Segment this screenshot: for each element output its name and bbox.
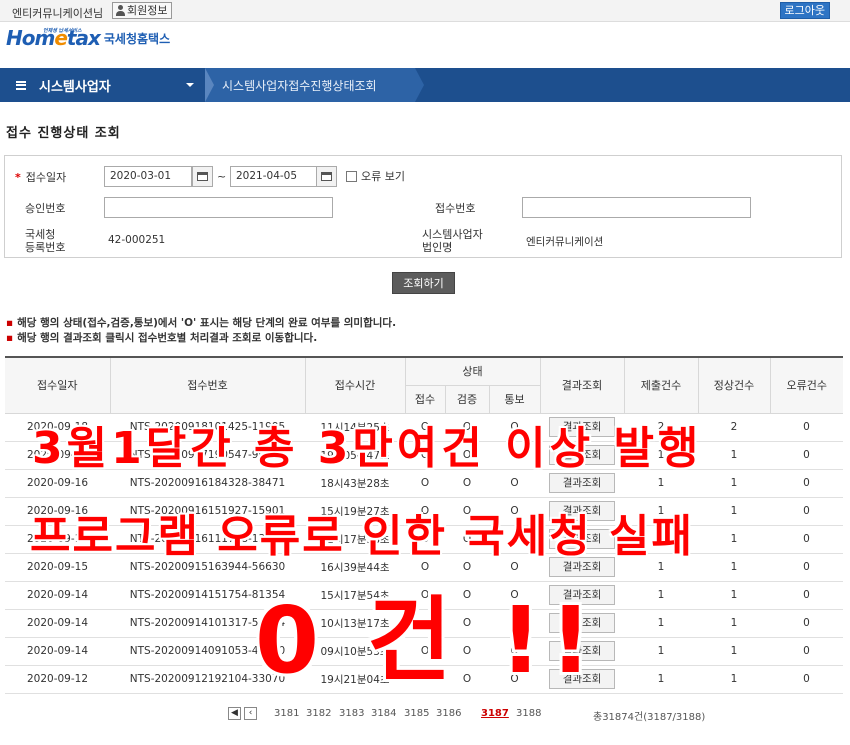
receipt-no-label: 접수번호 (435, 202, 476, 215)
nav-menu-button[interactable]: 시스템사업자 (0, 68, 205, 102)
nav-menu-title: 시스템사업자 (39, 79, 111, 95)
cell-error: 0 (770, 413, 844, 442)
nts-reg-value: 42-000251 (108, 234, 166, 246)
date-from-calendar-button[interactable] (192, 166, 213, 187)
logout-button[interactable]: 로그아웃 (779, 2, 830, 19)
cell-normal: 1 (698, 469, 771, 498)
cell-error: 0 (770, 469, 844, 498)
required-star: * (15, 171, 21, 184)
col-header-error: 오류건수 (769, 357, 844, 414)
cell-error: 0 (770, 609, 844, 638)
col-header-result: 결과조회 (539, 357, 625, 414)
nav-bar: 시스템사업자 시스템사업자접수진행상태조회 (0, 68, 850, 102)
logo-area: Hometax 언제생 납세서비스 국세청홈택스 (0, 22, 850, 68)
error-view-label: 오류 보기 (361, 170, 405, 183)
search-button[interactable]: 조회하기 (392, 272, 455, 294)
cell-normal: 1 (698, 637, 771, 666)
cell-normal: 1 (698, 441, 771, 470)
page-number-link[interactable]: 3183 (339, 708, 364, 719)
cell-normal: 1 (698, 497, 771, 526)
user-name: 엔티커뮤니케이션님 (12, 7, 104, 20)
col-header-date: 접수일자 (5, 357, 111, 414)
cell-normal: 2 (698, 413, 771, 442)
cell-normal: 1 (698, 553, 771, 582)
approval-no-input[interactable] (104, 197, 333, 218)
page-number-link[interactable]: 3186 (436, 708, 461, 719)
cell-submitted: 1 (624, 609, 699, 638)
page-number-link[interactable]: 3185 (404, 708, 429, 719)
cell-error: 0 (770, 637, 844, 666)
chevron-down-icon[interactable] (186, 83, 194, 87)
first-page-button[interactable]: ◀ (228, 707, 241, 720)
cell-submitted: 1 (624, 665, 699, 694)
cell-submitted: 1 (624, 581, 699, 610)
page-number-link[interactable]: 3181 (274, 708, 299, 719)
cell-date: 2020-09-12 (5, 665, 110, 694)
col-header-received: 접수 (404, 385, 446, 414)
page-number-link[interactable]: 3187 (481, 708, 509, 719)
prev-page-button[interactable]: ‹ (244, 707, 257, 720)
cell-normal: 1 (698, 609, 771, 638)
approval-no-label: 승인번호 (25, 202, 66, 215)
hometax-logo[interactable]: Hometax 언제생 납세서비스 국세청홈택스 (6, 26, 170, 50)
cell-error: 0 (770, 553, 844, 582)
date-from-input[interactable]: 2020-03-01 (104, 166, 192, 187)
receipt-date-label: * 접수일자 (15, 171, 67, 184)
page-number-link[interactable]: 3182 (306, 708, 331, 719)
cell-normal: 1 (698, 581, 771, 610)
hamburger-icon (16, 80, 26, 90)
date-range-tilde: ~ (217, 170, 227, 183)
cell-normal: 1 (698, 665, 771, 694)
date-to-input[interactable]: 2021-04-05 (230, 166, 317, 187)
nts-reg-label: 국세청 등록번호 (25, 228, 66, 254)
corp-name-label: 시스템사업자 법인명 (422, 228, 483, 254)
col-header-time: 접수시간 (304, 357, 406, 414)
page-title: 접수 진행상태 조회 (6, 126, 121, 141)
top-bar: 엔티커뮤니케이션님 회원정보 로그아웃 (0, 0, 850, 22)
logo-wordmark: Hometax 언제생 납세서비스 (6, 26, 101, 50)
cell-error: 0 (770, 497, 844, 526)
overlay-headline-1: 3월1달간 총 3만여건 이상 발행 (32, 423, 703, 474)
cell-normal: 1 (698, 525, 771, 554)
cell-error: 0 (770, 581, 844, 610)
search-form: * 접수일자 2020-03-01 ~ 2021-04-05 오류 보기 승인번호… (4, 155, 842, 258)
date-to-calendar-button[interactable] (316, 166, 337, 187)
logo-tagline: 언제생 납세서비스 (43, 28, 82, 34)
member-info-label: 회원정보 (127, 4, 168, 17)
cell-date: 2020-09-14 (5, 637, 110, 666)
col-header-normal: 정상건수 (697, 357, 771, 414)
cell-error: 0 (770, 665, 844, 694)
error-view-checkbox[interactable] (346, 171, 357, 182)
member-info-button[interactable]: 회원정보 (112, 2, 173, 19)
col-header-submitted: 제출건수 (623, 357, 699, 414)
calendar-icon (321, 172, 332, 181)
cell-date: 2020-09-14 (5, 609, 110, 638)
col-header-verified: 검증 (444, 385, 490, 414)
person-icon (115, 5, 125, 16)
notice-item: ▪ 해당 행의 결과조회 클릭시 접수번호별 처리결과 조회로 이동합니다. (6, 332, 318, 344)
receipt-no-input[interactable] (522, 197, 751, 218)
page-number-link[interactable]: 3184 (371, 708, 396, 719)
cell-submitted: 1 (624, 637, 699, 666)
total-count: 총31874건(3187/3188) (593, 712, 706, 723)
col-header-notified: 통보 (488, 385, 541, 414)
result-view-button[interactable]: 결과조회 (549, 473, 616, 493)
cell-date: 2020-09-14 (5, 581, 110, 610)
col-header-status: 상태 (404, 357, 541, 386)
pagination: ◀ ‹ 3181 3182 3183 3184 3185 3186 3187 3188 총31… (0, 706, 850, 723)
calendar-icon (197, 172, 208, 181)
cell-error: 0 (770, 441, 844, 470)
overlay-headline-2: 프로그램 오류로 인한 국세청 실패 (30, 511, 694, 562)
notice-item: ▪ 해당 행의 상태(접수,검증,통보)에서 'O' 표시는 해당 단계의 완료 … (6, 317, 397, 329)
col-header-receipt-no: 접수번호 (109, 357, 306, 414)
page-number-link[interactable]: 3188 (516, 708, 541, 719)
breadcrumb[interactable]: 시스템사업자접수진행상태조회 (222, 77, 377, 94)
overlay-headline-3: 0 건 !! (255, 587, 600, 694)
logo-korean: 국세청홈택스 (103, 32, 171, 46)
cell-error: 0 (770, 525, 844, 554)
corp-name-value: 엔티커뮤니케이션 (526, 236, 604, 248)
